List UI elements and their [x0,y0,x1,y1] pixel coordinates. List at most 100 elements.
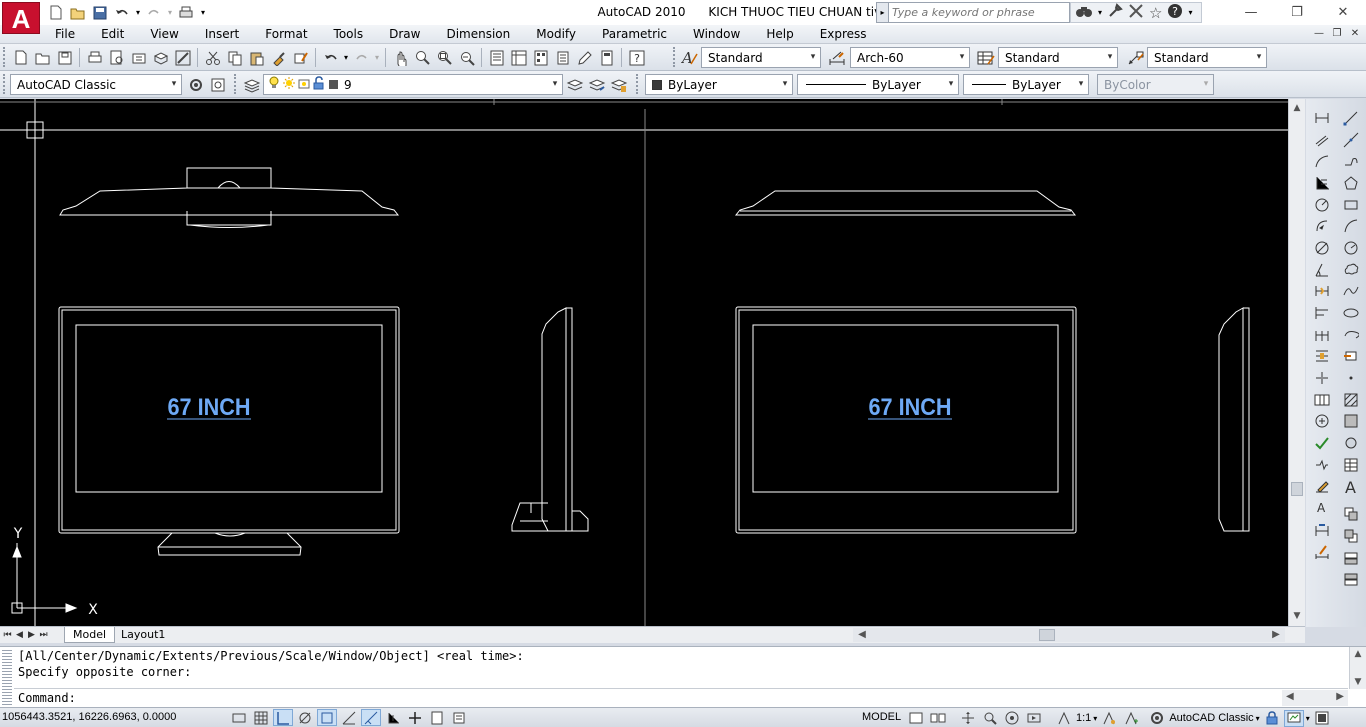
scroll-right-icon[interactable]: ▶ [1269,628,1283,642]
table-style-combo[interactable]: Standard ▾ [998,47,1118,68]
menu-window[interactable]: Window [680,25,753,44]
menu-draw[interactable]: Draw [376,25,433,44]
dimension-style-combo[interactable]: Arch-60 ▾ [850,47,970,68]
application-menu-button[interactable]: A [2,2,40,34]
toolbar-grip[interactable] [3,74,7,94]
quick-view-drawings-icon[interactable] [928,710,948,727]
workspace-combo[interactable]: AutoCAD Classic ▾ [10,74,182,95]
toolbar-grip[interactable] [636,74,640,94]
toolbar-grip[interactable] [3,47,7,67]
tool-palettes-icon[interactable] [530,47,551,68]
auto-add-scales-icon[interactable] [1121,710,1141,727]
polyline-icon[interactable] [1341,150,1361,172]
copy-icon[interactable] [224,47,245,68]
scroll-left-icon[interactable]: ◀ [855,628,869,642]
aligned-dimension-icon[interactable] [1312,129,1332,151]
arc-icon[interactable] [1341,215,1361,237]
showmotion-icon[interactable] [1024,710,1044,727]
dimension-style-icon[interactable] [1312,541,1332,563]
spline-icon[interactable] [1341,281,1361,303]
multileader-style-icon[interactable] [1125,47,1146,68]
draw-order-above-icon[interactable] [1341,547,1361,569]
table-icon[interactable] [1341,454,1361,476]
point-icon[interactable] [1341,367,1361,389]
doc-close-icon[interactable]: ✕ [1348,27,1362,41]
tab-model[interactable]: Model [64,627,116,643]
menu-tools[interactable]: Tools [321,25,377,44]
tab-layout1[interactable]: Layout1 [113,627,173,643]
minimize-button[interactable]: — [1228,0,1274,25]
doc-restore-icon[interactable]: ❐ [1330,27,1344,41]
gradient-icon[interactable] [1341,411,1361,433]
menu-dimension[interactable]: Dimension [433,25,523,44]
binoculars-icon[interactable] [1075,4,1093,21]
new-file-icon[interactable] [46,3,66,22]
construction-line-icon[interactable] [1341,129,1361,151]
command-window-grip[interactable] [2,650,12,706]
vertical-scrollbar[interactable]: ▲ ▼ [1288,99,1305,626]
open-file-icon[interactable] [68,3,88,22]
rectangle-icon[interactable] [1341,194,1361,216]
annotation-scale-icon[interactable] [1054,710,1074,727]
region-icon[interactable] [1341,432,1361,454]
text-style-icon[interactable]: A [679,47,700,68]
workspace-settings-icon[interactable] [185,74,206,95]
annotation-scale-value[interactable]: 1:1 [1076,712,1091,724]
redo-icon[interactable] [351,47,372,68]
qat-customize-icon[interactable]: ▾ [198,3,208,22]
menu-parametric[interactable]: Parametric [589,25,680,44]
undo-icon[interactable] [112,3,132,22]
drawing-area[interactable]: Y X 67 INCH 67 INCH [0,99,1288,626]
save-icon[interactable] [90,3,110,22]
favorites-star-icon[interactable]: ☆ [1149,4,1162,22]
workspace-switching-icon[interactable] [1147,710,1167,727]
table-style-icon[interactable] [975,47,996,68]
make-object-layer-current-icon[interactable] [564,74,585,95]
layer-thaw-icon[interactable] [283,77,295,92]
qnew-icon[interactable] [10,47,31,68]
layer-unlock-icon[interactable] [313,76,325,93]
3d-print-icon[interactable] [150,47,171,68]
dimension-style-icon[interactable] [826,47,847,68]
pan-icon[interactable] [958,710,978,727]
workspace-status-value[interactable]: AutoCAD Classic [1169,712,1253,724]
jogged-linear-icon[interactable] [1312,454,1332,476]
subscription-center-icon[interactable] [1107,3,1123,22]
menu-insert[interactable]: Insert [192,25,252,44]
layer-on-icon[interactable] [268,76,280,93]
design-publishing-icon[interactable] [172,47,193,68]
continue-dimension-icon[interactable] [1312,324,1332,346]
quick-properties-icon[interactable] [449,709,469,726]
block-editor-icon[interactable] [290,47,311,68]
next-tab-icon[interactable]: ▶ [26,628,37,642]
scroll-right-icon[interactable]: ▶ [1336,691,1344,702]
quick-view-layouts-icon[interactable] [906,710,926,727]
center-mark-icon[interactable] [1312,411,1332,433]
scroll-down-icon[interactable]: ▼ [1289,609,1305,624]
arc-length-icon[interactable] [1312,150,1332,172]
vertical-scroll-thumb[interactable] [1291,482,1303,496]
linear-dimension-icon[interactable] [1312,107,1332,129]
diameter-dimension-icon[interactable] [1312,237,1332,259]
dimension-break-icon[interactable] [1312,367,1332,389]
menu-format[interactable]: Format [252,25,320,44]
draw-order-back-icon[interactable] [1341,525,1361,547]
plot-icon[interactable] [176,3,196,22]
command-prompt[interactable]: Command: [18,691,76,705]
polygon-icon[interactable] [1341,172,1361,194]
search-input[interactable] [889,4,1065,21]
scroll-up-icon[interactable]: ▲ [1350,649,1366,659]
zoom-realtime-icon[interactable] [412,47,433,68]
undo-icon[interactable] [320,47,341,68]
jogged-dimension-icon[interactable] [1312,215,1332,237]
draw-order-below-icon[interactable] [1341,568,1361,590]
ellipse-arc-icon[interactable] [1341,324,1361,346]
search-toggle-icon[interactable]: ▸ [877,3,889,22]
dynamic-ucs-icon[interactable] [383,709,403,726]
menu-express[interactable]: Express [807,25,880,44]
tolerance-icon[interactable] [1312,389,1332,411]
sheet-set-manager-icon[interactable] [552,47,573,68]
coordinates-display[interactable]: 1056443.3521, 16226.6963, 0.0000 [2,711,176,723]
match-properties-icon[interactable] [268,47,289,68]
revision-cloud-icon[interactable] [1341,259,1361,281]
